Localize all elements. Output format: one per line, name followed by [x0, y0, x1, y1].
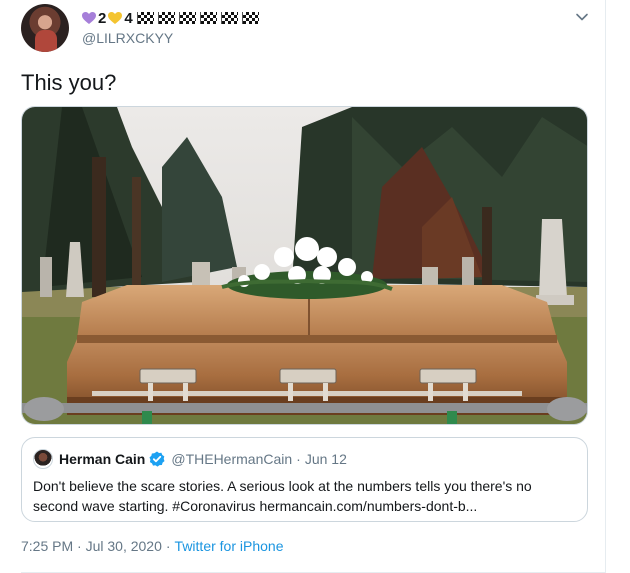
- quoted-tweet-text: Don't believe the scare stories. A serio…: [33, 478, 532, 514]
- quoted-tweet-header: Herman Cain @THEHermanCain · Jun 12: [59, 451, 347, 467]
- display-name-digit: 4: [124, 9, 133, 27]
- checkered-flag-icon: [220, 12, 238, 24]
- checkered-flag-icon: [199, 12, 217, 24]
- quoted-author-handle: @THEHermanCain: [171, 451, 293, 467]
- tweet-text: This you?: [21, 70, 117, 95]
- checkered-flag-icon: [157, 12, 175, 24]
- yellow-heart-icon: [108, 11, 123, 24]
- author-avatar[interactable]: [21, 4, 69, 52]
- quoted-tweet[interactable]: Herman Cain @THEHermanCain · Jun 12 Don'…: [21, 437, 588, 522]
- tweet-timestamp[interactable]: 7:25 PM · Jul 30, 2020: [21, 538, 162, 554]
- checkered-flag-icon: [241, 12, 259, 24]
- tweet-source-link[interactable]: Twitter for iPhone: [175, 538, 284, 554]
- display-name-digit: 2: [98, 9, 107, 27]
- casket-photo: [22, 107, 587, 424]
- tweet-metadata: 7:25 PM · Jul 30, 2020 · Twitter for iPhon…: [21, 538, 283, 554]
- tweet-card: 2 4 @LILRXCKYY This you? Herman Cain @TH…: [0, 0, 606, 573]
- tweet-photo[interactable]: [21, 106, 588, 425]
- purple-heart-icon: [82, 11, 96, 24]
- separator-dot: ·: [296, 451, 301, 467]
- verified-badge-icon: [149, 451, 165, 467]
- quoted-author-avatar: [33, 449, 53, 469]
- checkered-flag-icon: [136, 12, 154, 24]
- author-handle[interactable]: @LILRXCKYY: [82, 30, 173, 46]
- author-display-name[interactable]: 2 4: [82, 8, 259, 28]
- checkered-flag-icon: [178, 12, 196, 24]
- chevron-down-icon[interactable]: [575, 10, 589, 24]
- separator-dot: ·: [165, 538, 171, 554]
- quoted-author-name: Herman Cain: [59, 451, 146, 467]
- quoted-tweet-date: Jun 12: [304, 451, 347, 467]
